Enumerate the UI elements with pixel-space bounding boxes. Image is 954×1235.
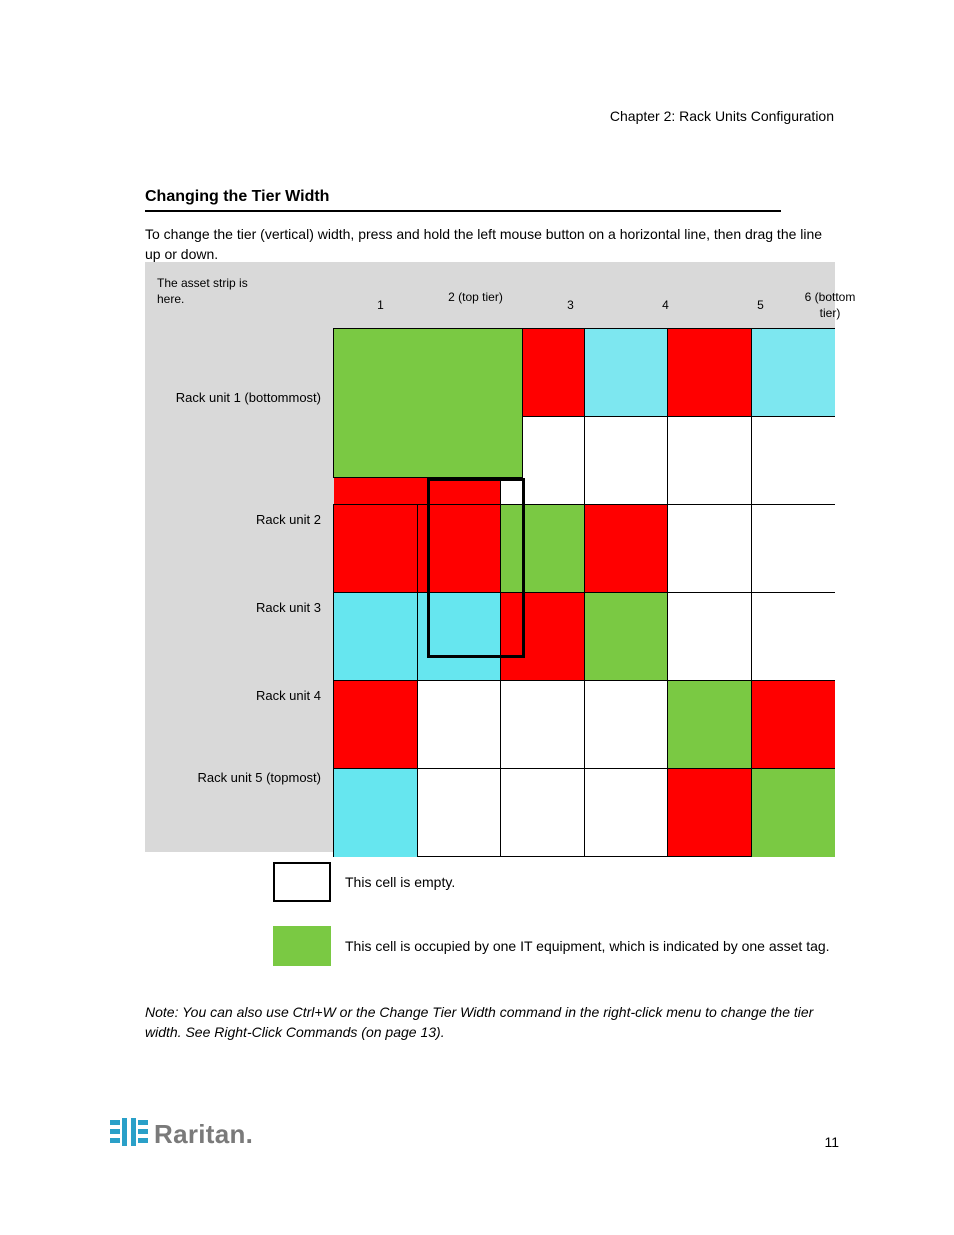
table-row	[334, 769, 836, 857]
legend-swatch-green	[273, 926, 331, 966]
origin-label: The asset strip is here.	[157, 276, 248, 307]
row-label-4: Rack unit 4	[161, 688, 321, 704]
legend-swatch-white	[273, 862, 331, 902]
origin-label-line1: The asset strip is	[157, 276, 248, 292]
cell	[751, 769, 835, 857]
cell	[668, 681, 752, 769]
legend: This cell is empty. This cell is occupie…	[273, 862, 830, 990]
cell	[334, 681, 418, 769]
legend-row-empty: This cell is empty.	[273, 862, 830, 902]
cell	[417, 681, 501, 769]
row-label-5: Rack unit 5 (topmost)	[161, 770, 321, 786]
cell	[501, 593, 585, 681]
table-row	[334, 505, 836, 593]
cell	[417, 593, 501, 681]
origin-label-line2: here.	[157, 292, 248, 308]
col-label-3: 3	[523, 298, 618, 314]
col-label-6: 6 (bottom tier)	[800, 290, 860, 321]
cell	[584, 593, 668, 681]
intro-text: To change the tier (vertical) width, pre…	[145, 224, 825, 265]
legend-text-green: This cell is occupied by one IT equipmen…	[345, 938, 830, 954]
row-label-1: Rack unit 1 (bottommost)	[161, 390, 321, 406]
cell	[334, 505, 418, 593]
cell	[417, 769, 501, 857]
legend-text-white: This cell is empty.	[345, 874, 455, 890]
horizontal-rule	[145, 210, 781, 212]
cell	[668, 769, 752, 857]
cell	[751, 681, 835, 769]
table-row	[334, 681, 836, 769]
cell	[501, 769, 585, 857]
col-label-1: 1	[333, 298, 428, 314]
col-label-4: 4	[618, 298, 713, 314]
row-label-2: Rack unit 2	[161, 512, 321, 528]
legend-row-occupied: This cell is occupied by one IT equipmen…	[273, 926, 830, 966]
cell	[584, 681, 668, 769]
cell	[668, 329, 752, 417]
note-text: Note: You can also use Ctrl+W or the Cha…	[145, 1002, 835, 1043]
cell	[334, 769, 418, 857]
figure-area: The asset strip is here. 1 2 (top tier) …	[145, 262, 835, 852]
cell	[751, 417, 835, 505]
cell	[501, 681, 585, 769]
cell	[751, 593, 835, 681]
section-title: Changing the Tier Width	[145, 188, 329, 206]
cell	[334, 593, 418, 681]
col-label-2: 2 (top tier)	[428, 290, 523, 306]
cell	[751, 505, 835, 593]
cell	[668, 505, 752, 593]
page-number: 11	[824, 1134, 839, 1150]
chapter-label: Chapter 2: Rack Units Configuration	[610, 108, 834, 124]
cell	[584, 417, 668, 505]
cell	[501, 505, 585, 593]
cell	[668, 417, 752, 505]
table-row	[334, 593, 836, 681]
brand-logo: Raritan.	[110, 1118, 253, 1151]
col-label-5: 5	[713, 298, 808, 314]
cell	[584, 769, 668, 857]
row-label-3: Rack unit 3	[161, 600, 321, 616]
cell	[668, 593, 752, 681]
logo-icon	[110, 1118, 148, 1151]
cell	[584, 329, 668, 417]
cell	[417, 505, 501, 593]
origin-cell	[333, 328, 523, 478]
logo-text: Raritan.	[154, 1119, 253, 1150]
cell	[751, 329, 835, 417]
cell	[584, 505, 668, 593]
